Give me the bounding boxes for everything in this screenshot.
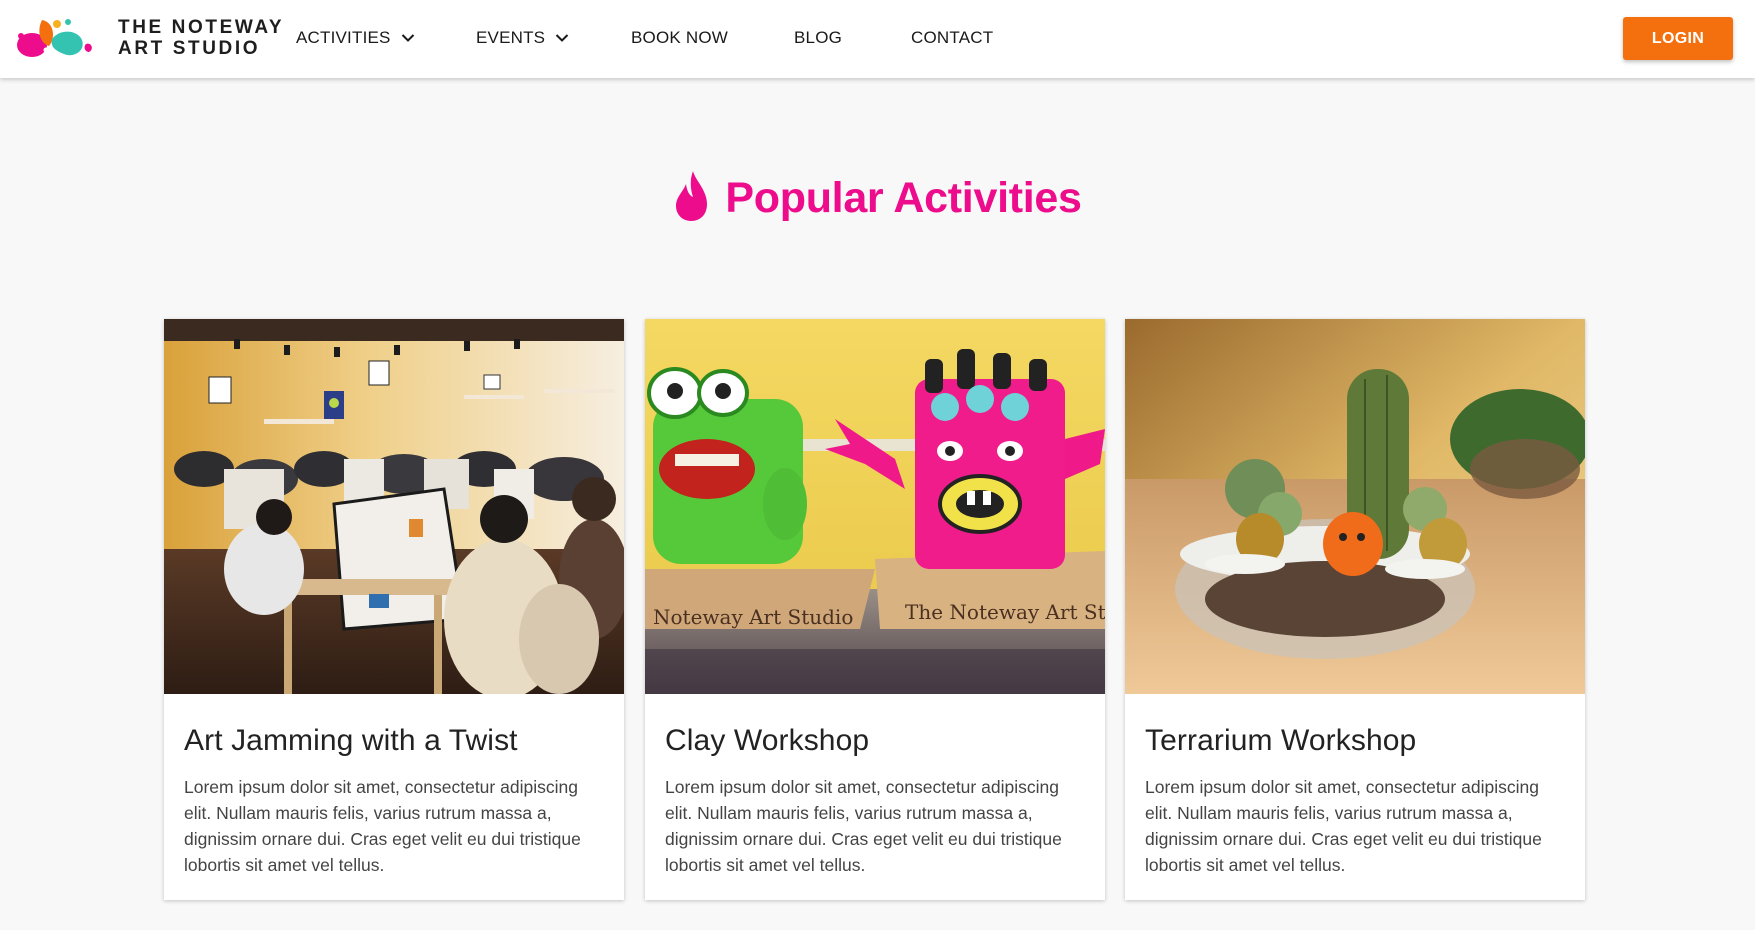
- nav-contact[interactable]: CONTACT: [911, 27, 993, 49]
- activity-card-clay-workshop[interactable]: Noteway Art Studio The Noteway Art Studi…: [645, 319, 1105, 900]
- nav-events-label: EVENTS: [476, 28, 546, 47]
- clay-workshop-photo: Noteway Art Studio The Noteway Art Studi…: [645, 319, 1105, 694]
- section-title: Popular Activities: [725, 174, 1082, 222]
- card-title[interactable]: Art Jamming with a Twist: [184, 724, 604, 758]
- login-button[interactable]: LOGIN: [1623, 17, 1733, 60]
- nav-activities-label: ACTIVITIES: [296, 28, 391, 47]
- nav-events[interactable]: EVENTS: [476, 27, 569, 49]
- card-title[interactable]: Clay Workshop: [665, 724, 1085, 758]
- navbar: THE NOTEWAY ART STUDIO ACTIVITIES EVENTS…: [0, 0, 1755, 78]
- art-jamming-photo: [164, 319, 624, 694]
- brand-line-2: ART STUDIO: [118, 38, 261, 59]
- activity-card-terrarium-workshop[interactable]: Terrarium Workshop Lorem ipsum dolor sit…: [1125, 319, 1585, 900]
- card-description: Lorem ipsum dolor sit amet, consectetur …: [184, 777, 581, 875]
- section-heading: Popular Activities: [0, 170, 1755, 223]
- nav-blog[interactable]: BLOG: [794, 27, 842, 49]
- chevron-down-icon: [556, 34, 569, 42]
- card-description: Lorem ipsum dolor sit amet, consectetur …: [665, 777, 1062, 875]
- card-description: Lorem ipsum dolor sit amet, consectetur …: [1145, 777, 1542, 875]
- nav-book-now[interactable]: BOOK NOW: [631, 27, 728, 49]
- terrarium-workshop-photo: [1125, 319, 1585, 694]
- paint-splash-logo-icon: [17, 19, 92, 57]
- brand-line-1: THE NOTEWAY: [118, 17, 285, 38]
- brand-logo[interactable]: THE NOTEWAY ART STUDIO: [16, 14, 284, 62]
- clay-caption-left: Noteway Art Studio: [653, 605, 853, 629]
- nav-activities[interactable]: ACTIVITIES: [296, 27, 415, 49]
- card-title[interactable]: Terrarium Workshop: [1145, 724, 1565, 758]
- activity-card-art-jamming[interactable]: Art Jamming with a Twist Lorem ipsum dol…: [164, 319, 624, 900]
- flame-icon: [676, 170, 708, 221]
- clay-caption-right: The Noteway Art Studio: [905, 600, 1105, 624]
- chevron-down-icon: [401, 34, 414, 42]
- brand-name: THE NOTEWAY ART STUDIO: [118, 17, 284, 59]
